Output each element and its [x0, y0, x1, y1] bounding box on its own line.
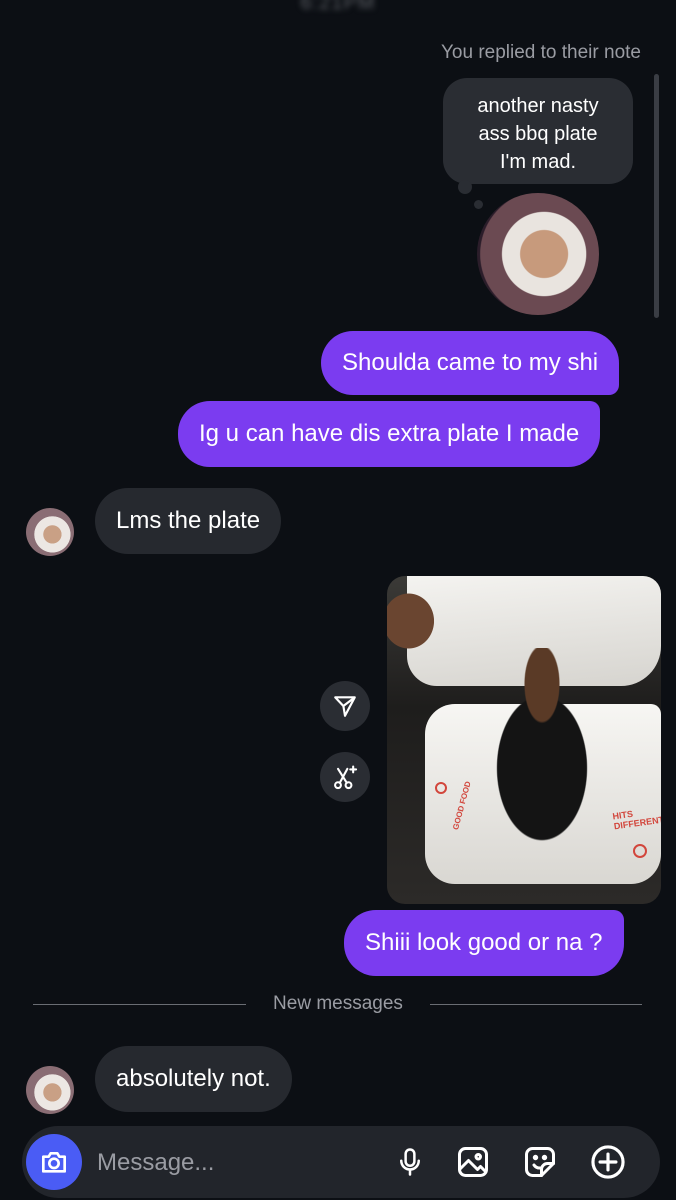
- share-button[interactable]: [320, 681, 370, 731]
- sent-message[interactable]: Shiii look good or na ?: [344, 910, 624, 976]
- message-input[interactable]: [95, 1142, 379, 1184]
- note-line: ass bbq plate: [478, 123, 598, 145]
- plus-circle-icon: [591, 1145, 625, 1179]
- contact-avatar[interactable]: [26, 508, 74, 556]
- sticker-button[interactable]: [520, 1142, 560, 1182]
- send-icon: [334, 696, 356, 717]
- hand: [387, 586, 441, 656]
- shared-photo[interactable]: HITS DIFFERENT GOOD FOOD: [387, 576, 661, 904]
- note-bubble-tail: [458, 180, 472, 194]
- sent-message[interactable]: Ig u can have dis extra plate I made: [178, 401, 601, 467]
- remix-button[interactable]: [320, 752, 370, 802]
- note-reply-caption: You replied to their note: [440, 42, 641, 63]
- sent-message[interactable]: Shoulda came to my shi: [321, 331, 620, 395]
- microphone-icon: [400, 1148, 420, 1176]
- gallery-button[interactable]: [453, 1142, 493, 1182]
- scrollbar[interactable]: [654, 74, 659, 318]
- note-line: I'm mad.: [499, 151, 577, 173]
- note-author-avatar[interactable]: [477, 193, 599, 315]
- note-bubble[interactable]: another nasty ass bbq plate I'm mad.: [443, 78, 633, 184]
- image-icon: [458, 1147, 488, 1177]
- voice-message-button[interactable]: [390, 1142, 430, 1182]
- status-time: 6:21PM: [300, 0, 376, 14]
- scissors-sparkle-icon: [334, 765, 358, 790]
- camera-icon: [42, 1152, 66, 1173]
- contact-avatar[interactable]: [26, 1066, 74, 1114]
- divider-line: [430, 1004, 642, 1005]
- person-in-container: [467, 648, 617, 848]
- note-bubble-tail: [474, 200, 483, 209]
- received-message[interactable]: Lms the plate: [95, 488, 282, 554]
- note-line: another nasty: [477, 95, 599, 117]
- more-options-button[interactable]: [588, 1142, 628, 1182]
- smiley-print: [435, 782, 447, 794]
- sticker-icon: [525, 1147, 555, 1177]
- smiley-print: [633, 844, 647, 858]
- received-message[interactable]: absolutely not.: [95, 1046, 292, 1112]
- camera-button[interactable]: [26, 1134, 82, 1190]
